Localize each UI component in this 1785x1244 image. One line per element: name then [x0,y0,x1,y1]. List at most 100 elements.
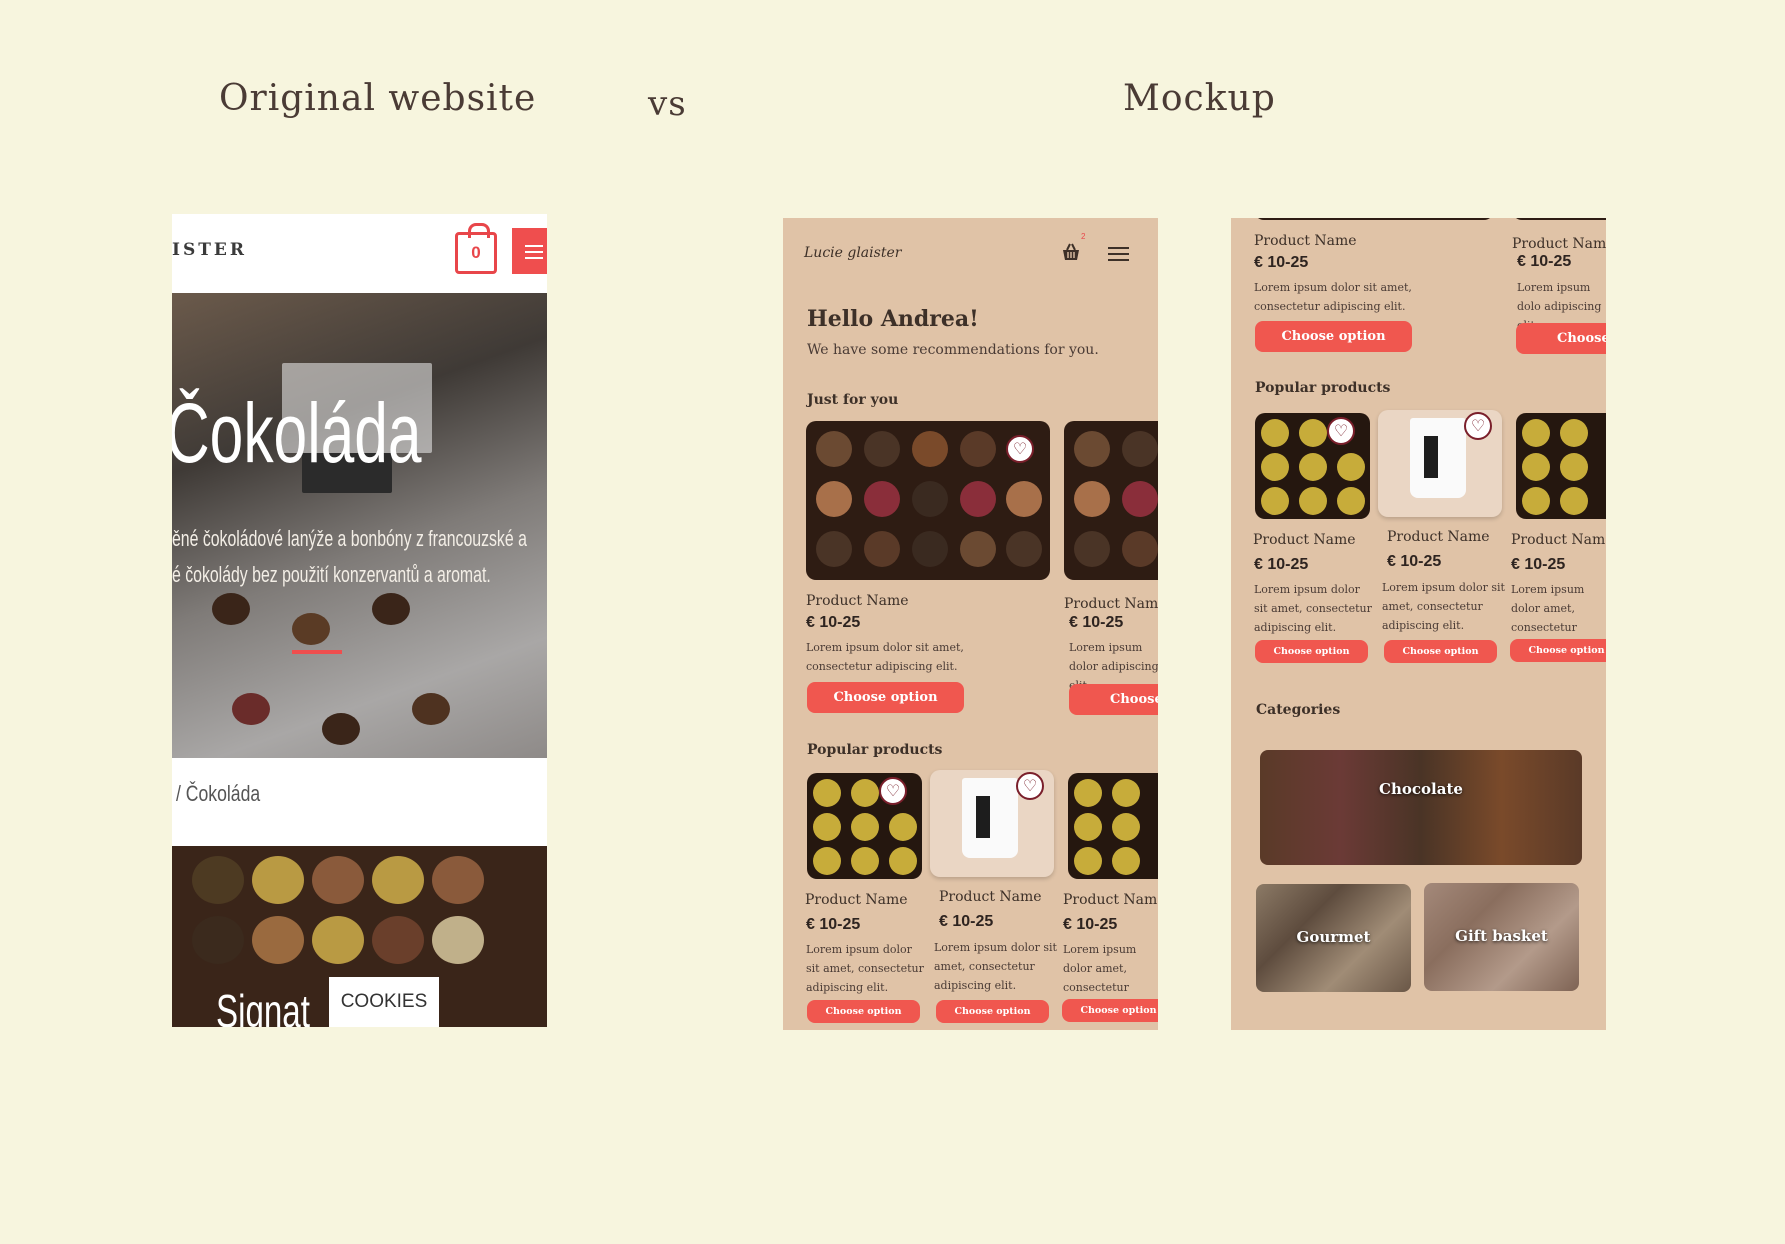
product-name: Product Name [939,889,1042,905]
product-description: Lorem ipsum dolor sit amet, consectetur … [934,941,1057,992]
chocolate-image [864,531,900,567]
chocolate-image [1122,431,1158,467]
product-name: Product Name [1387,529,1490,545]
product-price: € 10-25 [1517,253,1572,270]
product-description: Lorem ipsum dolor sit amet, consectetur … [806,641,964,673]
hero-banner: Čokoláda ěné čokoládové lanýže a bonbóny… [172,293,547,758]
chocolate-image [1074,813,1102,841]
product-image[interactable] [1512,218,1606,220]
menu-line-icon [525,245,543,247]
chocolate-image [1074,779,1102,807]
category-gourmet[interactable]: Gourmet [1256,884,1411,992]
cart-count: 0 [471,243,481,262]
original-website-frame: ISTER 0 Čokoláda ěné čokoládové lanýže a… [172,214,547,1027]
product-name: Product Name [1253,532,1356,548]
hero-description: ěné čokoládové lanýže a bonbóny z franco… [172,526,527,551]
chocolate-image [1560,453,1588,481]
product-price: € 10-25 [1387,553,1442,570]
chocolate-image [1522,419,1550,447]
vs-heading: vs [648,84,687,124]
product-name: Product Name [806,593,909,609]
brand-logo[interactable]: Lucie glaister [804,245,901,261]
menu-line-icon [525,257,543,259]
chocolate-image [1522,453,1550,481]
product-image[interactable]: ♡ [1255,413,1370,519]
chocolate-image [960,431,996,467]
chocolate-image [816,531,852,567]
cart-count: 2 [1081,232,1086,241]
original-brand-logo[interactable]: ISTER [172,240,247,260]
product-image[interactable]: ♡ [807,773,922,879]
coffee-bag-image [1410,418,1466,498]
cookies-button[interactable]: COOKIES [329,977,439,1027]
chocolate-image [851,847,879,875]
chocolate-image [864,481,900,517]
hamburger-menu-icon[interactable] [1108,247,1129,263]
hero-chocolate-image [212,593,250,625]
product-image[interactable] [1254,218,1494,220]
choose-option-button[interactable]: Choose option [1255,640,1368,663]
cart-bag-icon[interactable]: 0 [455,223,497,274]
heart-icon[interactable]: ♡ [1016,772,1044,800]
chocolate-image [372,856,424,904]
product-image[interactable] [1068,773,1158,879]
product-price: € 10-25 [1511,556,1566,573]
chocolate-image [1074,847,1102,875]
chocolate-image [816,431,852,467]
choose-option-button[interactable]: Choose option [1510,639,1606,662]
breadcrumb[interactable]: / Čokoláda [176,781,260,807]
heart-icon[interactable]: ♡ [1006,435,1034,463]
choose-option-button[interactable]: Choose option [1255,321,1412,352]
product-name: Product Name [1254,233,1357,249]
coffee-bag-image [962,778,1018,858]
product-name: Product Name [1511,532,1606,548]
chocolate-image [432,856,484,904]
menu-button[interactable] [512,228,547,274]
product-price: € 10-25 [939,913,994,930]
chocolate-image [252,856,304,904]
choose-option-button[interactable]: Choose option [1384,640,1497,663]
product-image[interactable]: ♡ [1378,410,1502,517]
just-for-you-title: Just for you [807,392,899,408]
chocolate-image [1261,453,1289,481]
product-price: € 10-25 [1063,916,1118,933]
heart-icon[interactable]: ♡ [1327,417,1355,445]
heart-icon[interactable]: ♡ [1464,412,1492,440]
chocolate-image [912,431,948,467]
choose-option-button[interactable]: Choose option [807,682,964,713]
product-image[interactable]: ♡ [930,770,1054,877]
heart-icon[interactable]: ♡ [879,777,907,805]
original-website-heading: Original website [219,78,537,119]
category-gift-basket[interactable]: Gift basket [1424,883,1579,991]
category-label: Gift basket [1455,927,1548,945]
category-chocolate[interactable]: Chocolate [1260,750,1582,865]
choose-option-button[interactable]: Choose option [1062,999,1158,1022]
product-image[interactable] [1516,413,1606,519]
chocolate-image [1299,419,1327,447]
categories-title: Categories [1256,702,1341,718]
chocolate-image [1006,531,1042,567]
greeting-subtitle: We have some recommendations for you. [807,342,1099,358]
chocolate-image [1122,531,1158,567]
choose-option-button[interactable]: Choose option [936,1000,1049,1023]
chocolate-image [1112,779,1140,807]
hero-chocolate-image [232,693,270,725]
choose-option-button[interactable]: Choose op [1069,684,1158,715]
product-image[interactable] [1064,421,1158,580]
section-title: Signat [216,985,310,1027]
choose-option-button[interactable]: Choose op [1516,323,1606,354]
choose-option-button[interactable]: Choose option [807,1000,920,1023]
popular-products-title: Popular products [807,742,943,758]
chocolate-image [960,531,996,567]
hero-title: Čokoláda [172,386,422,480]
product-name: Product Name [1064,596,1158,612]
chocolate-image [1261,487,1289,515]
product-description: Lorem ipsum dolor sit amet, consectetur … [1254,583,1372,634]
product-image[interactable]: ♡ [806,421,1050,580]
basket-icon[interactable] [1061,242,1081,262]
chocolate-image [813,779,841,807]
chocolate-image [192,916,244,964]
menu-line-icon [1108,247,1129,249]
chocolate-image [252,916,304,964]
product-price: € 10-25 [806,916,861,933]
